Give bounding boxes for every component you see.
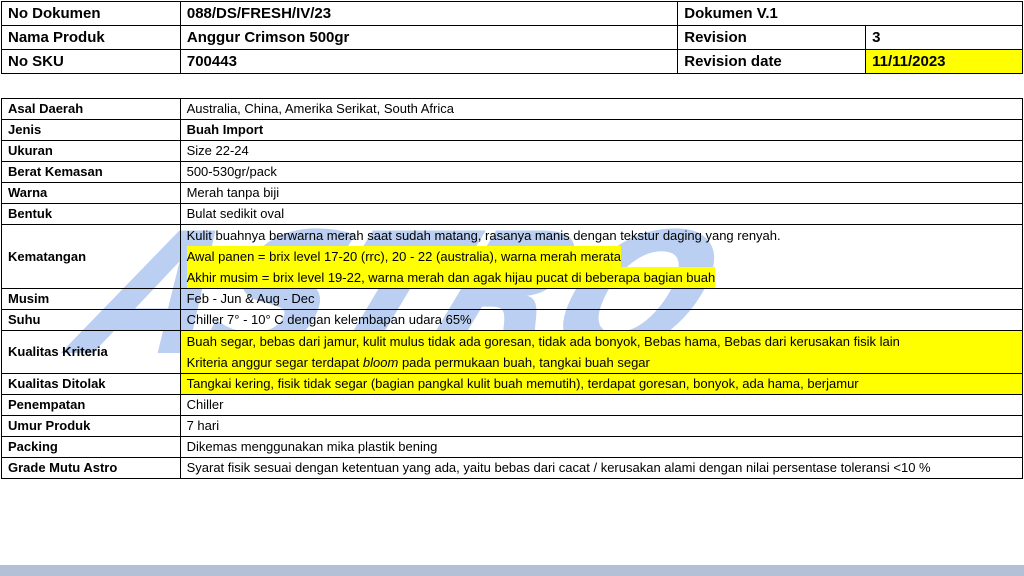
suhu-value: Chiller 7° - 10° C dengan kelembapan uda… xyxy=(179,309,1024,331)
suhu-label: Suhu xyxy=(1,309,181,331)
header-row-no-sku: No SKU 700443 Revision date 11/11/2023 xyxy=(1,49,1023,74)
spec-row-suhu: Suhu Chiller 7° - 10° C dengan kelembapa… xyxy=(1,309,1024,331)
packing-label: Packing xyxy=(1,436,181,458)
spec-row-ukuran: Ukuran Size 22-24 xyxy=(1,140,1024,162)
dokumen-version: Dokumen V.1 xyxy=(677,1,1023,26)
kualitas-kriteria-line-2-post: pada permukaan buah, tangkai buah segar xyxy=(398,355,650,370)
bentuk-value: Bulat sedikit oval xyxy=(179,203,1024,225)
kualitas-kriteria-line-2-pre: Kriteria anggur segar terdapat xyxy=(186,355,363,370)
no-dokumen-value: 088/DS/FRESH/IV/23 xyxy=(179,1,679,26)
spec-row-asal-daerah: Asal Daerah Australia, China, Amerika Se… xyxy=(1,98,1024,120)
umur-produk-label: Umur Produk xyxy=(1,415,181,437)
kualitas-kriteria-line-2: Kriteria anggur segar terdapat bloom pad… xyxy=(187,352,1016,373)
revision-date-value: 11/11/2023 xyxy=(865,49,1023,74)
product-spec-table: Asal Daerah Australia, China, Amerika Se… xyxy=(1,98,1024,479)
jenis-value: Buah Import xyxy=(179,119,1024,141)
penempatan-value: Chiller xyxy=(179,394,1024,416)
spec-row-musim: Musim Feb - Jun & Aug - Dec xyxy=(1,288,1024,310)
spec-row-packing: Packing Dikemas menggunakan mika plastik… xyxy=(1,436,1024,458)
revision-date-label: Revision date xyxy=(677,49,867,74)
bentuk-label: Bentuk xyxy=(1,203,181,225)
spec-row-jenis: Jenis Buah Import xyxy=(1,119,1024,141)
jenis-label: Jenis xyxy=(1,119,181,141)
asal-daerah-label: Asal Daerah xyxy=(1,98,181,120)
grade-mutu-value: Syarat fisik sesuai dengan ketentuan yan… xyxy=(179,457,1024,479)
header-row-nama-produk: Nama Produk Anggur Crimson 500gr Revisio… xyxy=(1,25,1023,50)
kualitas-kriteria-line-2-em: bloom xyxy=(362,355,399,370)
spec-row-warna: Warna Merah tanpa biji xyxy=(1,182,1024,204)
spec-row-berat-kemasan: Berat Kemasan 500-530gr/pack xyxy=(1,161,1024,183)
nama-produk-label: Nama Produk xyxy=(1,25,181,50)
spec-row-penempatan: Penempatan Chiller xyxy=(1,394,1024,416)
spec-row-kualitas-kriteria: Kualitas Kriteria Buah segar, bebas dari… xyxy=(1,330,1024,374)
berat-kemasan-value: 500-530gr/pack xyxy=(179,161,1024,183)
kematangan-line-1: Kulit buahnya berwarna merah saat sudah … xyxy=(186,228,781,243)
nama-produk-value: Anggur Crimson 500gr xyxy=(179,25,679,50)
no-sku-value: 700443 xyxy=(179,49,679,74)
header-row-no-dokumen: No Dokumen 088/DS/FRESH/IV/23 Dokumen V.… xyxy=(1,1,1023,26)
kematangan-line-2: Awal panen = brix level 17-20 (rrc), 20 … xyxy=(186,246,621,267)
spec-row-bentuk: Bentuk Bulat sedikit oval xyxy=(1,203,1024,225)
ukuran-label: Ukuran xyxy=(1,140,181,162)
kematangan-line-3: Akhir musim = brix level 19-22, warna me… xyxy=(186,267,716,288)
kualitas-ditolak-value: Tangkai kering, fisik tidak segar (bagia… xyxy=(179,373,1024,395)
penempatan-label: Penempatan xyxy=(1,394,181,416)
no-sku-label: No SKU xyxy=(1,49,181,74)
kualitas-kriteria-line-1: Buah segar, bebas dari jamur, kulit mulu… xyxy=(186,334,900,349)
spec-row-kematangan: Kematangan Kulit buahnya berwarna merah … xyxy=(1,224,1024,289)
warna-value: Merah tanpa biji xyxy=(179,182,1024,204)
grade-mutu-label: Grade Mutu Astro xyxy=(1,457,181,479)
spec-row-kualitas-ditolak: Kualitas Ditolak Tangkai kering, fisik t… xyxy=(1,373,1024,395)
berat-kemasan-label: Berat Kemasan xyxy=(1,161,181,183)
kualitas-kriteria-value: Buah segar, bebas dari jamur, kulit mulu… xyxy=(179,330,1024,374)
spec-row-grade-mutu: Grade Mutu Astro Syarat fisik sesuai den… xyxy=(1,457,1024,479)
asal-daerah-value: Australia, China, Amerika Serikat, South… xyxy=(179,98,1024,120)
document-header-table: No Dokumen 088/DS/FRESH/IV/23 Dokumen V.… xyxy=(1,1,1023,74)
revision-label: Revision xyxy=(677,25,867,50)
spec-row-umur-produk: Umur Produk 7 hari xyxy=(1,415,1024,437)
warna-label: Warna xyxy=(1,182,181,204)
kematangan-label: Kematangan xyxy=(1,224,181,289)
musim-value: Feb - Jun & Aug - Dec xyxy=(179,288,1024,310)
kematangan-value: Kulit buahnya berwarna merah saat sudah … xyxy=(179,224,1024,289)
umur-produk-value: 7 hari xyxy=(179,415,1024,437)
bottom-band xyxy=(0,565,1024,576)
musim-label: Musim xyxy=(1,288,181,310)
no-dokumen-label: No Dokumen xyxy=(1,1,181,26)
kualitas-kriteria-label: Kualitas Kriteria xyxy=(1,330,181,374)
packing-value: Dikemas menggunakan mika plastik bening xyxy=(179,436,1024,458)
kualitas-ditolak-label: Kualitas Ditolak xyxy=(1,373,181,395)
ukuran-value: Size 22-24 xyxy=(179,140,1024,162)
revision-value: 3 xyxy=(865,25,1023,50)
